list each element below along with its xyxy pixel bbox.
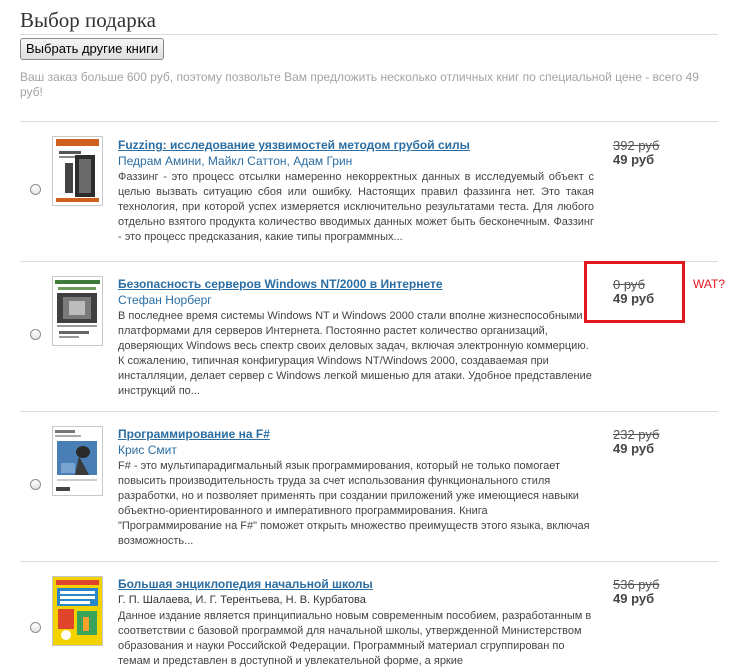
new-price: 49 руб bbox=[613, 591, 655, 606]
book-authors: Педрам Амини, Майкл Саттон, Адам Грин bbox=[118, 154, 353, 168]
old-price: 232 руб bbox=[613, 427, 660, 442]
book-title-link[interactable]: Программирование на F# bbox=[118, 427, 270, 442]
intro-text: Ваш заказ больше 600 руб, поэтому позвол… bbox=[20, 70, 699, 99]
highlight-box bbox=[584, 261, 685, 323]
item-divider bbox=[20, 561, 718, 562]
book-authors: Г. П. Шалаева, И. Г. Терентьева, Н. В. К… bbox=[118, 594, 366, 606]
old-price: 536 руб bbox=[613, 577, 660, 592]
book-authors: Стефан Норберг bbox=[118, 293, 212, 307]
book-authors: Крис Смит bbox=[118, 443, 177, 457]
choose-other-books-button[interactable]: Выбрать другие книги bbox=[20, 38, 165, 60]
new-price: 49 руб bbox=[613, 441, 655, 456]
select-radio[interactable] bbox=[30, 184, 41, 195]
book-cover-image bbox=[52, 276, 103, 346]
book-description: Данное издание является принципиально но… bbox=[118, 610, 592, 667]
page-title: Выбор подарка bbox=[20, 8, 156, 32]
book-description: В последнее время системы Windows NT и W… bbox=[118, 310, 592, 397]
book-cover-image bbox=[52, 136, 103, 206]
wat-annotation: WAT? bbox=[693, 277, 725, 291]
item-divider bbox=[20, 411, 718, 412]
select-radio[interactable] bbox=[30, 479, 41, 490]
new-price: 49 руб bbox=[613, 152, 655, 167]
title-divider bbox=[20, 34, 718, 35]
book-title-link[interactable]: Fuzzing: исследование уязвимостей методо… bbox=[118, 138, 470, 153]
book-title-link[interactable]: Безопасность серверов Windows NT/2000 в … bbox=[118, 277, 443, 292]
old-price: 392 руб bbox=[613, 138, 660, 153]
list-divider bbox=[20, 121, 718, 122]
book-cover-image bbox=[52, 576, 103, 646]
select-radio[interactable] bbox=[30, 622, 41, 633]
book-cover-image bbox=[52, 426, 103, 496]
select-radio[interactable] bbox=[30, 329, 41, 340]
book-title-link[interactable]: Большая энциклопедия начальной школы bbox=[118, 577, 373, 592]
book-description: F# - это мультипарадигмальный язык прогр… bbox=[118, 460, 590, 547]
book-description: Фаззинг - это процесс отсылки намеренно … bbox=[118, 171, 594, 243]
